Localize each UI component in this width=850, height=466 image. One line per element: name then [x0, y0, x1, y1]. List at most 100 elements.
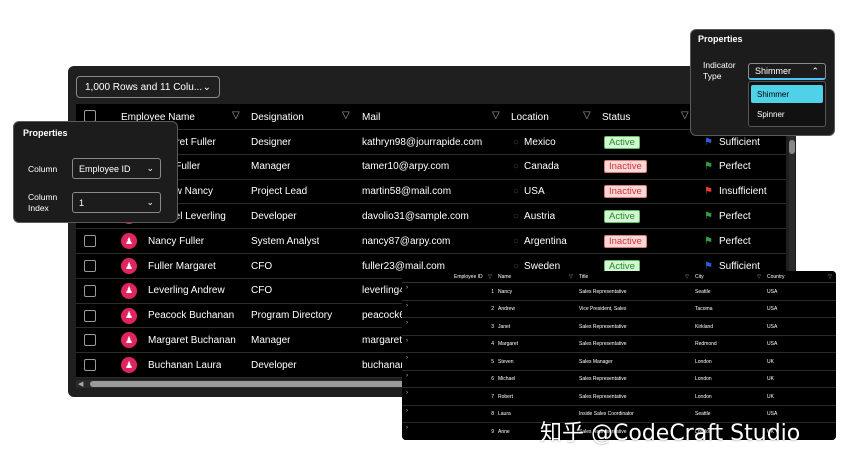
header-designation[interactable]: Designation: [251, 104, 304, 130]
tree-name-cell: Laura: [498, 411, 511, 417]
tree-header-name[interactable]: Name: [498, 271, 511, 283]
location-pin-icon: ○: [513, 136, 520, 148]
tree-title-cell: Sales Representative: [579, 323, 627, 330]
tree-header-title[interactable]: Title: [579, 271, 588, 283]
tree-row[interactable]: › 7 Robert Sales Representative London UK: [402, 388, 836, 406]
filter-icon[interactable]: ▽: [757, 271, 761, 283]
tree-header-city[interactable]: City: [695, 271, 704, 283]
tree-country-cell: UK: [767, 393, 774, 400]
expand-chevron-icon[interactable]: ›: [406, 285, 408, 291]
tree-header-country[interactable]: Country: [767, 271, 785, 283]
mail-cell: kathryn98@jourrapide.com: [362, 136, 483, 148]
tree-row[interactable]: › 1 Nancy Sales Representative Seattle USA: [402, 283, 836, 301]
row-checkbox[interactable]: [84, 284, 96, 297]
location-pin-icon: ○: [513, 210, 520, 222]
expand-chevron-icon[interactable]: ›: [406, 390, 408, 396]
row-checkbox[interactable]: [84, 334, 96, 347]
option-shimmer[interactable]: Shimmer: [751, 85, 823, 103]
header-location[interactable]: Location: [511, 104, 549, 130]
header-status[interactable]: Status: [602, 104, 630, 130]
table-row[interactable]: ♟Janet FullerManagertamer10@arpy.com○Can…: [76, 155, 786, 180]
table-row[interactable]: ♟Margaret FullerDesignerkathryn98@jourra…: [76, 130, 786, 155]
location-text: Mexico: [524, 136, 556, 148]
column-index-dropdown[interactable]: 1 ⌄: [72, 192, 161, 213]
status-badge: Inactive: [604, 234, 647, 248]
expand-chevron-icon[interactable]: ›: [406, 303, 408, 309]
scroll-left-icon[interactable]: ◀: [78, 380, 83, 388]
tree-id-cell: 8: [491, 411, 494, 417]
tree-row[interactable]: › 4 Margaret Sales Representative Redmond USA: [402, 335, 836, 353]
tree-title-cell: Sales Representative: [579, 341, 627, 347]
trustworthiness-cell: ⚑ Perfect: [704, 155, 751, 179]
employee-name-cell: Buchanan Laura: [148, 359, 222, 371]
tree-city-cell: London: [695, 376, 712, 382]
status-cell: Inactive: [604, 180, 647, 204]
filter-icon[interactable]: ▽: [685, 271, 689, 283]
location-pin-icon: ○: [513, 186, 520, 198]
tree-row[interactable]: › 6 Michael Sales Representative London UK: [402, 370, 836, 388]
table-row[interactable]: ♟Andrew NancyProject Leadmartin58@mail.c…: [76, 180, 786, 205]
table-row[interactable]: ♟ Nancy Fuller System Analyst nancy87@arpy.…: [76, 229, 786, 254]
filter-icon[interactable]: ▽: [583, 111, 593, 121]
mail-cell: buchanan: [362, 359, 406, 371]
designation-cell: Manager: [251, 161, 291, 173]
row-checkbox[interactable]: [84, 235, 96, 248]
status-cell: Inactive: [604, 155, 647, 179]
tree-country-cell: USA: [767, 288, 778, 295]
filter-icon[interactable]: ▽: [828, 271, 832, 283]
tree-header-employee-id[interactable]: Employee ID: [454, 271, 483, 283]
expand-chevron-icon[interactable]: ›: [406, 355, 408, 361]
option-spinner[interactable]: Spinner: [751, 105, 823, 123]
table-row[interactable]: ♟Michael LeverlingDeveloperdavolio31@sam…: [76, 204, 786, 230]
indicator-type-menu: Shimmer Spinner: [748, 81, 826, 127]
mail-cell: davolio31@sample.com: [362, 210, 469, 222]
filter-icon[interactable]: ▽: [492, 111, 502, 121]
tree-row[interactable]: › 2 Andrew Vice President, Sales Tacoma USA: [402, 300, 836, 318]
filter-icon[interactable]: ▽: [232, 111, 242, 121]
tree-city-cell: Redmond: [695, 341, 717, 347]
tree-id-cell: 3: [491, 323, 494, 330]
employee-name-cell: Margaret Buchanan: [148, 334, 236, 346]
filter-icon[interactable]: ▽: [488, 271, 492, 283]
tree-id-cell: 9: [491, 428, 494, 435]
indicator-type-dropdown[interactable]: Shimmer ⌃: [748, 63, 826, 80]
status-cell: Active: [604, 204, 640, 228]
tree-id-cell: 2: [491, 306, 494, 312]
designation-cell: Developer: [251, 359, 297, 371]
designation-cell: Program Directory: [251, 310, 333, 322]
tree-name-cell: Nancy: [498, 288, 513, 295]
expand-chevron-icon[interactable]: ›: [406, 320, 408, 326]
row-checkbox[interactable]: [84, 359, 96, 372]
avatar: ♟: [121, 332, 137, 349]
tree-title-cell: Sales Representative: [579, 376, 627, 382]
location-pin-icon: ○: [513, 161, 520, 173]
expand-chevron-icon[interactable]: ›: [406, 425, 408, 431]
filter-icon[interactable]: ▽: [569, 271, 573, 283]
row-checkbox[interactable]: [84, 260, 96, 272]
column-label: Column: [28, 164, 58, 174]
watermark: 知乎 @CodeCraft Studio: [540, 421, 801, 446]
column-dropdown[interactable]: Employee ID ⌄: [72, 158, 161, 179]
rows-columns-dropdown[interactable]: 1,000 Rows and 11 Colu... ⌄: [76, 76, 220, 98]
flag-icon: ⚑: [704, 210, 713, 222]
employee-name-cell: Fuller Margaret: [148, 260, 216, 272]
expand-chevron-icon[interactable]: ›: [406, 338, 408, 344]
header-mail[interactable]: Mail: [362, 104, 380, 130]
vertical-scroll-thumb[interactable]: [789, 140, 795, 154]
tree-row[interactable]: › 3 Janet Sales Representative Kirkland USA: [402, 318, 836, 336]
horizontal-scroll-thumb[interactable]: [90, 381, 410, 387]
tree-id-cell: 4: [491, 341, 494, 347]
tree-title-cell: Sales Representative: [579, 288, 627, 295]
tree-row[interactable]: › 5 Steven Sales Manager London UK: [402, 353, 836, 371]
expand-chevron-icon[interactable]: ›: [406, 408, 408, 414]
tree-name-cell: Robert: [498, 393, 514, 400]
chevron-down-icon: ⌄: [202, 81, 211, 93]
tree-country-cell: USA: [767, 341, 778, 347]
expand-chevron-icon[interactable]: ›: [406, 373, 408, 379]
employee-name-cell: Leverling Andrew: [148, 285, 225, 297]
filter-icon[interactable]: ▽: [342, 111, 352, 121]
trustworthiness-text: Perfect: [718, 210, 751, 222]
row-checkbox[interactable]: [84, 309, 96, 322]
location-cell: ○ Mexico: [513, 130, 556, 154]
properties-panel-column: Properties Column Employee ID ⌄ Column I…: [13, 121, 178, 223]
